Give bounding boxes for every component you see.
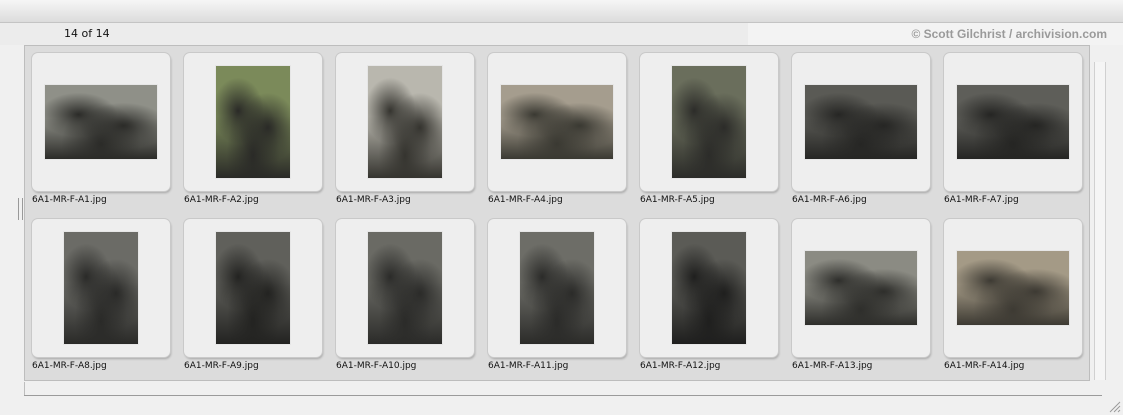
thumbnail-filename: 6A1-MR-F-A6.jpg [792,195,867,205]
bottom-frame-edge [24,382,25,396]
thumbnail-card[interactable] [32,53,170,191]
thumbnail-filename: 6A1-MR-F-A7.jpg [944,195,1019,205]
thumbnail-card[interactable] [488,53,626,191]
thumbnail-card[interactable] [792,53,930,191]
thumbnail-item[interactable]: 6A1-MR-F-A9.jpg [177,212,329,376]
sculpture-photo-icon[interactable] [957,85,1069,159]
thumbnail-filename: 6A1-MR-F-A11.jpg [488,361,569,371]
item-counter: 14 of 14 [64,27,110,40]
thumbnail-filename: 6A1-MR-F-A13.jpg [792,361,873,371]
thumbnail-filename: 6A1-MR-F-A10.jpg [336,361,417,371]
thumbnail-browser: 6A1-MR-F-A1.jpg 6A1-MR-F-A2.jpg 6A1-MR-F-A… [24,45,1090,381]
sculpture-photo-icon[interactable] [216,66,290,178]
thumbnail-item[interactable]: 6A1-MR-F-A13.jpg [785,212,937,376]
window-title-bar [0,0,1123,23]
thumbnail-item[interactable]: 6A1-MR-F-A6.jpg [785,46,937,210]
thumbnail-item[interactable]: 6A1-MR-F-A11.jpg [481,212,633,376]
thumbnail-filename: 6A1-MR-F-A5.jpg [640,195,715,205]
resize-grip-icon[interactable] [1107,399,1121,413]
thumbnail-item[interactable]: 6A1-MR-F-A5.jpg [633,46,785,210]
thumbnail-card[interactable] [640,53,778,191]
thumbnail-item[interactable]: 6A1-MR-F-A12.jpg [633,212,785,376]
thumbnail-item[interactable]: 6A1-MR-F-A4.jpg [481,46,633,210]
panel-splitter-handle[interactable] [18,198,23,220]
thumbnail-filename: 6A1-MR-F-A14.jpg [944,361,1025,371]
thumbnail-card[interactable] [640,219,778,357]
sculpture-photo-icon[interactable] [501,85,613,159]
thumbnail-item[interactable]: 6A1-MR-F-A7.jpg [937,46,1089,210]
thumbnail-card[interactable] [32,219,170,357]
sculpture-photo-icon[interactable] [216,232,290,344]
thumbnail-card[interactable] [184,219,322,357]
bottom-divider [24,395,1102,396]
sculpture-photo-icon[interactable] [520,232,594,344]
sculpture-photo-icon[interactable] [368,232,442,344]
sculpture-photo-icon[interactable] [805,251,917,325]
thumbnail-card[interactable] [336,219,474,357]
thumbnail-item[interactable]: 6A1-MR-F-A2.jpg [177,46,329,210]
thumbnail-filename: 6A1-MR-F-A8.jpg [32,361,107,371]
thumbnail-card[interactable] [184,53,322,191]
thumbnail-filename: 6A1-MR-F-A4.jpg [488,195,563,205]
sculpture-photo-icon[interactable] [64,232,138,344]
sculpture-photo-icon[interactable] [672,232,746,344]
thumbnail-item[interactable]: 6A1-MR-F-A10.jpg [329,212,481,376]
thumbnail-item[interactable]: 6A1-MR-F-A8.jpg [25,212,177,376]
thumbnail-item[interactable]: 6A1-MR-F-A14.jpg [937,212,1089,376]
sculpture-photo-icon[interactable] [805,85,917,159]
thumbnail-filename: 6A1-MR-F-A12.jpg [640,361,721,371]
thumbnail-filename: 6A1-MR-F-A2.jpg [184,195,259,205]
sculpture-photo-icon[interactable] [368,66,442,178]
sculpture-photo-icon[interactable] [672,66,746,178]
photo-credit: © Scott Gilchrist / archivision.com [748,23,1123,45]
thumbnail-filename: 6A1-MR-F-A1.jpg [32,195,107,205]
thumbnail-card[interactable] [336,53,474,191]
vertical-scrollbar[interactable] [1094,62,1106,380]
thumbnail-card[interactable] [944,219,1082,357]
thumbnail-card[interactable] [792,219,930,357]
thumbnail-item[interactable]: 6A1-MR-F-A3.jpg [329,46,481,210]
thumbnail-filename: 6A1-MR-F-A3.jpg [336,195,411,205]
thumbnail-grid: 6A1-MR-F-A1.jpg 6A1-MR-F-A2.jpg 6A1-MR-F-A… [25,46,1089,380]
thumbnail-card[interactable] [944,53,1082,191]
thumbnail-filename: 6A1-MR-F-A9.jpg [184,361,259,371]
thumbnail-card[interactable] [488,219,626,357]
thumbnail-item[interactable]: 6A1-MR-F-A1.jpg [25,46,177,210]
sculpture-photo-icon[interactable] [45,85,157,159]
sculpture-photo-icon[interactable] [957,251,1069,325]
